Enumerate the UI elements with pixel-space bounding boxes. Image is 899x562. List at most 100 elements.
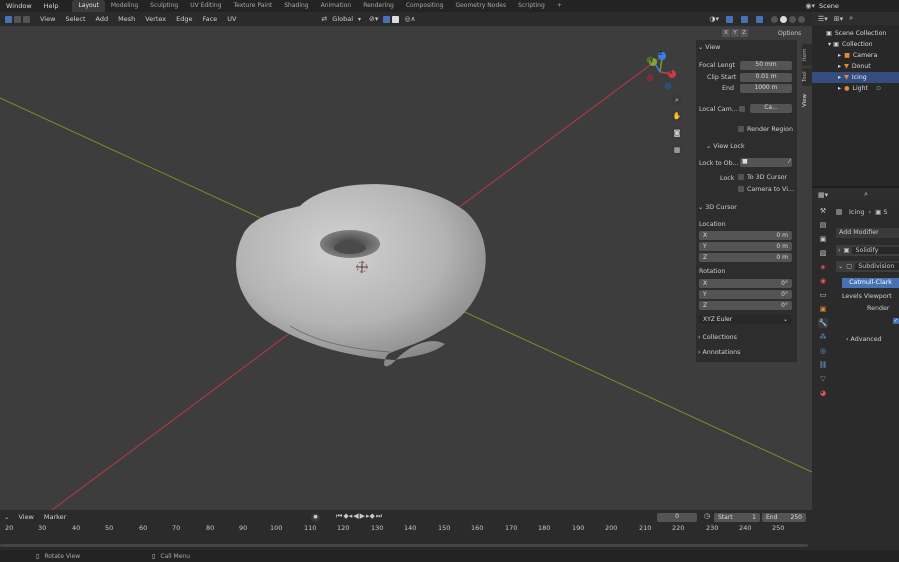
lock-to-3d-cursor-checkbox[interactable]: To 3D Cursor xyxy=(738,174,787,181)
mirror-y-toggle[interactable]: Y xyxy=(731,29,739,37)
tab-layout[interactable]: Layout xyxy=(72,0,105,12)
play-icon[interactable]: ▶ xyxy=(360,512,365,521)
modifier-name-subdivision[interactable]: Subdivision xyxy=(855,263,899,270)
render-region-checkbox[interactable]: Render Region xyxy=(738,126,793,133)
tab-animation[interactable]: Animation xyxy=(315,0,358,12)
display-mode-icon[interactable]: ☰▾ xyxy=(818,15,828,23)
modifier-name-solidify[interactable]: Solidify xyxy=(852,247,899,254)
tab-scripting[interactable]: Scripting xyxy=(512,0,551,12)
tab-texture-paint[interactable]: Texture Paint xyxy=(228,0,279,12)
header-menu-add[interactable]: Add xyxy=(91,15,114,23)
tab-modeling[interactable]: Modeling xyxy=(105,0,144,12)
tab-compositing[interactable]: Compositing xyxy=(400,0,450,12)
outliner-item-light[interactable]: ▸ ● Light ⊙ xyxy=(838,83,898,94)
header-menu-uv[interactable]: UV xyxy=(222,15,241,23)
header-menu-edge[interactable]: Edge xyxy=(171,15,197,23)
scene-tab-icon[interactable]: ◈ xyxy=(818,262,828,272)
pan-hand-icon[interactable]: ✋ xyxy=(671,110,683,122)
vertex-select-icon[interactable] xyxy=(5,15,12,23)
clip-start-field[interactable]: 0.01 m xyxy=(740,73,792,82)
add-modifier-button[interactable]: Add Modifier xyxy=(836,228,899,238)
cursor-location-y[interactable]: Y0 m xyxy=(699,242,792,251)
view-layer-tab-icon[interactable]: ▧ xyxy=(818,248,828,258)
tab-geometry-nodes[interactable]: Geometry Nodes xyxy=(449,0,512,12)
start-frame-field[interactable]: Start 1 xyxy=(714,513,760,522)
orientation-dropdown[interactable]: Global xyxy=(327,15,358,23)
modifier-solidify[interactable]: › ▣ Solidify xyxy=(836,245,899,256)
scene-canvas[interactable] xyxy=(0,26,812,510)
playback-controls[interactable]: ⏮ ◆◂ ◀ ▶ ▸◆ ⏭ xyxy=(336,512,382,521)
jump-keyframe-back-icon[interactable]: ◆◂ xyxy=(343,512,352,521)
cursor-location-x[interactable]: X0 m xyxy=(699,231,792,240)
filter-icon[interactable]: ⊞▾ xyxy=(834,15,843,23)
options-dropdown[interactable]: Options xyxy=(778,30,801,37)
advanced-section-header[interactable]: › Advanced xyxy=(846,336,882,343)
mirror-axes[interactable]: X Y Z xyxy=(722,29,748,37)
menu-window[interactable]: Window xyxy=(0,2,38,10)
edge-select-icon[interactable] xyxy=(14,15,21,23)
tab-item[interactable]: Item xyxy=(802,44,812,66)
lock-to-object-field[interactable]: ■ ⁄ xyxy=(740,158,792,167)
timeline-scrollbar[interactable] xyxy=(0,544,808,547)
render-tab-icon[interactable]: ▤ xyxy=(818,220,828,230)
xray-toggle-icon[interactable] xyxy=(755,15,764,23)
mirror-z-toggle[interactable]: Z xyxy=(740,29,748,37)
tab-uv-editing[interactable]: UV Editing xyxy=(184,0,227,12)
outliner-collection[interactable]: ▾ ▣ Collection xyxy=(828,39,873,50)
zoom-icon[interactable]: ⌕ xyxy=(671,94,683,106)
search-icon[interactable]: ⌕ xyxy=(849,14,853,23)
material-tab-icon[interactable]: ◕ xyxy=(818,388,828,398)
physics-tab-icon[interactable]: ◎ xyxy=(818,346,828,356)
tab-sculpting[interactable]: Sculpting xyxy=(144,0,184,12)
frame-ruler[interactable]: 20 30 40 50 60 70 80 90 100 110 120 130 … xyxy=(0,524,812,536)
pivot-icon[interactable]: ⊘▾ xyxy=(369,15,378,23)
gizmo-toggle-icon[interactable] xyxy=(725,15,734,23)
tab-rendering[interactable]: Rendering xyxy=(357,0,400,12)
outliner-scene-collection[interactable]: ▣ Scene Collection xyxy=(826,28,886,39)
navigation-gizmo[interactable]: Z Y X xyxy=(640,50,680,90)
header-menu-select[interactable]: Select xyxy=(60,15,90,23)
header-menu-mesh[interactable]: Mesh xyxy=(113,15,140,23)
scene-icon[interactable]: ◉▾ xyxy=(805,2,815,10)
jump-start-icon[interactable]: ⏮ xyxy=(336,512,342,521)
mirror-x-toggle[interactable]: X xyxy=(722,29,730,37)
local-camera-checkbox[interactable] xyxy=(739,106,745,112)
jump-end-icon[interactable]: ⏭ xyxy=(376,512,382,521)
scene-name[interactable]: Scene xyxy=(819,2,899,10)
shading-modes[interactable] xyxy=(770,15,806,23)
annotations-section-header[interactable]: › Annotations xyxy=(698,349,740,356)
focal-length-field[interactable]: 50 mm xyxy=(740,61,792,70)
timeline-menu-view[interactable]: View xyxy=(13,513,38,521)
chevron-down-icon[interactable]: ⌄ xyxy=(838,263,843,270)
cursor-location-z[interactable]: Z0 m xyxy=(699,253,792,262)
modifier-subdivision[interactable]: ⌄ ▢ Subdivision xyxy=(836,261,899,272)
3d-cursor-section-header[interactable]: ⌄ 3D Cursor xyxy=(698,204,737,211)
add-workspace-button[interactable]: + xyxy=(551,0,568,12)
constraints-tab-icon[interactable]: ⛓ xyxy=(818,360,828,370)
cursor-rotation-z[interactable]: Z 0° xyxy=(699,301,792,310)
timeline-menu-marker[interactable]: Marker xyxy=(39,513,71,521)
3d-viewport[interactable]: Z Y X ⌕ ✋ ◙ ▦ X Y Z Options xyxy=(0,26,812,510)
outliner-item-icing[interactable]: ▸ ▼ Icing xyxy=(812,72,899,83)
editor-type-icon[interactable]: ▦▾ xyxy=(818,191,828,199)
eyedropper-icon[interactable]: ⁄ xyxy=(789,158,790,165)
tab-view[interactable]: View xyxy=(802,90,812,110)
view-lock-section-header[interactable]: ⌄ View Lock xyxy=(706,143,745,150)
world-tab-icon[interactable]: ◉ xyxy=(818,276,828,286)
data-tab-icon[interactable]: ▽ xyxy=(818,374,828,384)
camera-to-view-checkbox[interactable]: Camera to Vi... xyxy=(738,186,794,193)
menu-help[interactable]: Help xyxy=(38,2,65,10)
tab-tool[interactable]: Tool xyxy=(802,68,812,86)
camera-view-icon[interactable]: ◙ xyxy=(671,127,683,139)
catmull-clark-button[interactable]: Catmull-Clark xyxy=(842,278,899,288)
perspective-grid-icon[interactable]: ▦ xyxy=(671,144,683,156)
tab-shading[interactable]: Shading xyxy=(278,0,314,12)
search-icon[interactable]: ⌕ xyxy=(864,190,868,199)
outliner-item-donut[interactable]: ▸ ▼ Donut xyxy=(838,61,898,72)
end-frame-field[interactable]: End 250 xyxy=(762,513,806,522)
header-menu-view[interactable]: View xyxy=(35,15,60,23)
overlay-toggle-icon[interactable] xyxy=(740,15,749,23)
collection-tab-icon[interactable]: ▭ xyxy=(818,290,828,300)
header-menu-vertex[interactable]: Vertex xyxy=(140,15,171,23)
optimal-display-checkbox[interactable]: ✓ xyxy=(893,318,899,324)
